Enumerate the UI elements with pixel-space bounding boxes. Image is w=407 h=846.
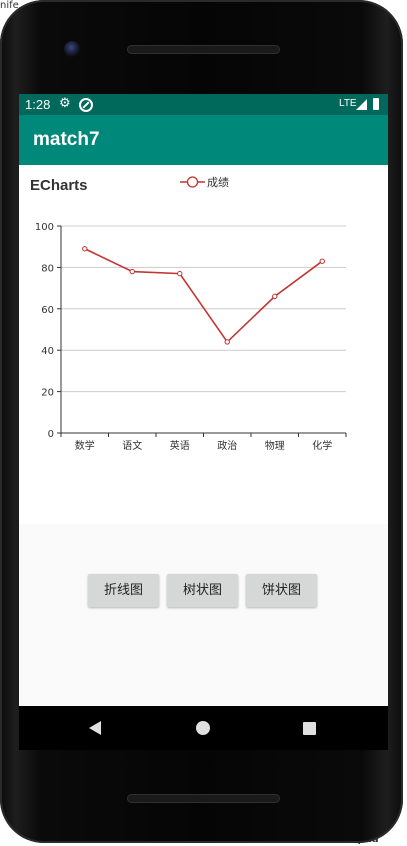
data-point <box>82 246 88 252</box>
x-tick-label: 英语 <box>170 439 190 452</box>
network-type-label: LTE <box>339 98 357 109</box>
y-tick-label: 40 <box>41 346 54 357</box>
y-tick-label: 20 <box>41 388 54 399</box>
battery-icon <box>373 98 379 110</box>
legend-marker <box>186 176 199 188</box>
status-bar: 1:28 ⚙ LTE <box>19 94 388 115</box>
y-tick-label: 0 <box>48 429 54 440</box>
x-tick-label: 化学 <box>312 439 332 452</box>
y-tick-label: 100 <box>35 222 54 233</box>
chart-container: ECharts 成绩 0 20 40 60 80 100 数学 语文 英语 政治 物理 化学 <box>19 165 388 524</box>
x-tick-label: 政治 <box>217 439 237 452</box>
top-speaker <box>127 45 280 54</box>
series-line <box>84 248 323 344</box>
y-tick-label: 80 <box>41 263 54 274</box>
data-point <box>177 270 183 277</box>
data-point <box>272 293 278 300</box>
home-icon[interactable] <box>196 721 210 735</box>
chart-type-buttons: 折线图 树状图 饼状图 <box>19 574 388 608</box>
recents-icon[interactable] <box>303 722 316 735</box>
line-chart: ECharts 成绩 0 20 40 60 80 100 数学 语文 英语 政治 物理 化学 <box>30 176 347 452</box>
data-point <box>129 268 135 275</box>
line-chart-button[interactable]: 折线图 <box>88 574 159 607</box>
back-icon[interactable] <box>89 721 101 735</box>
y-tick-label: 60 <box>41 305 54 316</box>
x-tick-label: 语文 <box>122 439 142 452</box>
front-camera-icon <box>64 41 80 57</box>
pie-chart-button[interactable]: 饼状图 <box>246 574 317 607</box>
x-tick-label: 物理 <box>265 439 285 452</box>
status-time: 1:28 <box>25 97 51 112</box>
navigation-bar <box>19 706 388 750</box>
signal-icon <box>356 99 367 110</box>
data-point <box>224 339 230 345</box>
app-title: match7 <box>33 129 100 150</box>
app-bar: match7 <box>19 115 388 165</box>
gear-icon: ⚙ <box>59 96 71 111</box>
tree-chart-button[interactable]: 树状图 <box>167 574 238 607</box>
device-screen: 1:28 ⚙ LTE match7 ECharts 成绩 0 20 40 60 80 100 数… <box>19 94 388 706</box>
data-point <box>319 258 325 264</box>
chart-title: ECharts <box>30 177 88 194</box>
bottom-speaker <box>127 794 280 803</box>
legend-label: 成绩 <box>207 176 229 189</box>
do-not-disturb-icon <box>79 98 93 112</box>
x-tick-label: 数学 <box>75 439 95 452</box>
